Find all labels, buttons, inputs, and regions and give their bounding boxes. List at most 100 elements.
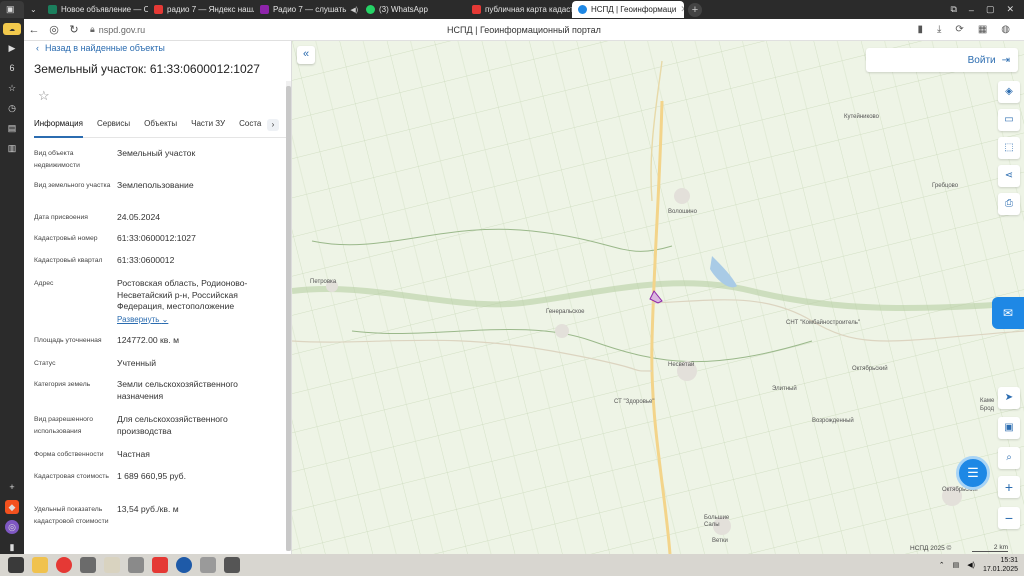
layers-icon[interactable]: ◈ [998,81,1020,103]
chat-assistant-button[interactable]: ☰ [956,456,990,490]
tab-label: Новое объявление — Об [61,5,148,14]
browser-tab[interactable]: радио 7 — Яндекс нашл [148,1,254,18]
bookmark-icon[interactable]: ▮ [917,24,923,35]
network-icon[interactable]: ▤ [953,561,960,569]
zoom-in-button[interactable]: + [998,476,1020,498]
print-icon[interactable]: ⎙ [998,193,1020,215]
tabs-next-button[interactable]: › [267,119,279,131]
collapse-panel-button[interactable]: « [297,46,315,64]
login-button[interactable]: Войти ⇥ [866,48,1018,72]
app-icon[interactable] [200,557,216,573]
tab-actions-button[interactable]: ▣ [0,1,24,18]
tab-services[interactable]: Сервисы [97,116,130,138]
start-icon[interactable] [8,557,24,573]
tab-parts[interactable]: Части ЗУ [191,116,225,138]
tab-composition[interactable]: Соста [239,116,261,138]
favorite-star-icon[interactable]: ☆ [38,88,50,104]
sidebar-toggle-icon[interactable]: ▮ [5,540,19,554]
chevron-up-icon[interactable]: ⌃ [939,561,945,569]
tab-favicon-icon [366,5,375,14]
clock[interactable]: 15:31 17.01.2025 [983,556,1018,574]
tab-objects[interactable]: Объекты [144,116,177,138]
tab-icon[interactable]: 6 [5,61,19,75]
map-toolbar: ◈ ▭ ⬚ ⋖ ⎙ [998,81,1020,215]
map-view[interactable]: Кутейниково Гребцово Волошино Петровка Г… [292,41,1024,554]
address-bar: ← ◎ ↻ 🔒︎ nspd.gov.ru НСПД | Геоинформаци… [24,19,1024,41]
property-row: Дата присвоения 24.05.2024 [34,212,284,233]
panel-scrollbar-thumb[interactable] [286,86,291,551]
weather-icon[interactable]: ☁ [3,23,21,35]
browser-tab[interactable]: Радио 7 — слушать ◀) [254,1,360,18]
extensions-icon[interactable]: ▦ [978,24,987,35]
property-label: Адрес [34,280,54,287]
panel-tabs: Информация Сервисы Объекты Части ЗУ Сост… [34,116,289,138]
app-icon[interactable] [80,557,96,573]
close-window-icon[interactable]: ✕ [1006,4,1014,15]
minimize-icon[interactable]: – [969,5,974,15]
zoom-out-button[interactable]: − [998,507,1020,529]
map-scale: 2 km [972,544,1008,552]
gosuslugi-feedback-button[interactable]: ✉ [992,297,1024,329]
property-label: Статус [34,360,56,367]
browser-tab[interactable]: Новое объявление — Об [42,1,148,18]
add-icon[interactable]: + [5,480,19,494]
geolocation-icon[interactable]: ➤ [998,387,1020,409]
media-icon[interactable] [128,557,144,573]
tab-list-button[interactable]: ⌄ [24,1,42,18]
area-select-icon[interactable]: ⬚ [998,137,1020,159]
bookmarks-icon[interactable]: ☆ [5,81,19,95]
explorer-icon[interactable] [32,557,48,573]
map-attribution: НСПД 2025 © [910,545,952,552]
property-row: Вид объекта недвижимости Земельный участ… [34,148,284,180]
property-label: Вид объекта недвижимости [34,150,80,169]
history-icon[interactable]: ◷ [5,101,19,115]
search-location-icon[interactable]: ⌕ [998,447,1020,469]
parcel-title: Земельный участок: 61:33:0600012:1027 [34,62,260,76]
yandex-browser-icon[interactable] [176,557,192,573]
expand-address-link[interactable]: Развернуть ⌄ [117,315,284,324]
notes-icon[interactable]: ▥ [5,141,19,155]
property-value: Для сельскохозяйственного производства [117,414,228,436]
alice-icon[interactable]: ◎ [5,520,19,534]
download-icon[interactable]: ⤓ [937,24,941,35]
pin-icon[interactable]: ⧉ [950,4,956,15]
sync-icon[interactable]: ⟳ [955,24,963,35]
close-icon[interactable]: ✕ [680,4,684,15]
downloads-icon[interactable]: ▤ [5,121,19,135]
browser-tab[interactable]: (3) WhatsApp [360,1,466,18]
place-label: Петровка [310,279,337,285]
browser-tab-active[interactable]: НСПД | Геоинформаци✕ [572,1,684,18]
protect-icon[interactable]: ◎ [44,23,64,36]
settlement-area [674,188,690,204]
tab-information[interactable]: Информация [34,116,83,138]
chrome-icon[interactable] [56,557,72,573]
place-label: СНТ "Комбайностроитель" [786,320,861,326]
property-row: Форма собственности Частная [34,449,284,471]
volume-icon[interactable]: ◀) [967,561,975,569]
app-icon[interactable] [224,557,240,573]
new-tab-button[interactable]: + [688,2,702,17]
place-label: Гребцово [932,183,959,189]
profile-icon[interactable]: ◍ [1001,24,1010,35]
url-field[interactable]: 🔒︎ nspd.gov.ru [90,24,145,35]
system-tray: ⌃ ▤ ◀) 15:31 17.01.2025 [939,554,1018,576]
document-icon[interactable] [104,557,120,573]
audio-icon[interactable]: ◀) [350,6,358,14]
property-value: Частная [117,449,150,459]
windows-taskbar [0,554,1024,576]
maximize-icon[interactable]: ▢ [986,4,995,15]
yandex-icon[interactable] [152,557,168,573]
ruler-icon[interactable]: ▭ [998,109,1020,131]
back-to-results-link[interactable]: ‹ Назад в найденные объекты [36,41,165,55]
play-icon[interactable]: ▶ [5,41,19,55]
back-icon[interactable]: ← [24,24,44,36]
property-list: Вид объекта недвижимости Земельный участ… [34,148,284,544]
refresh-icon[interactable]: ↻ [64,23,84,36]
share-icon[interactable]: ⋖ [998,165,1020,187]
property-label: Кадастровый номер [34,235,98,242]
app-icon[interactable]: ◆ [5,500,19,514]
property-value: Земли сельскохозяйственного назначения [117,379,238,401]
property-row: Адрес Ростовская область, Родионово-Несв… [34,278,284,335]
browser-tab[interactable]: публичная карта кадастр [466,1,572,18]
basemap-icon[interactable]: ▣ [998,417,1020,439]
